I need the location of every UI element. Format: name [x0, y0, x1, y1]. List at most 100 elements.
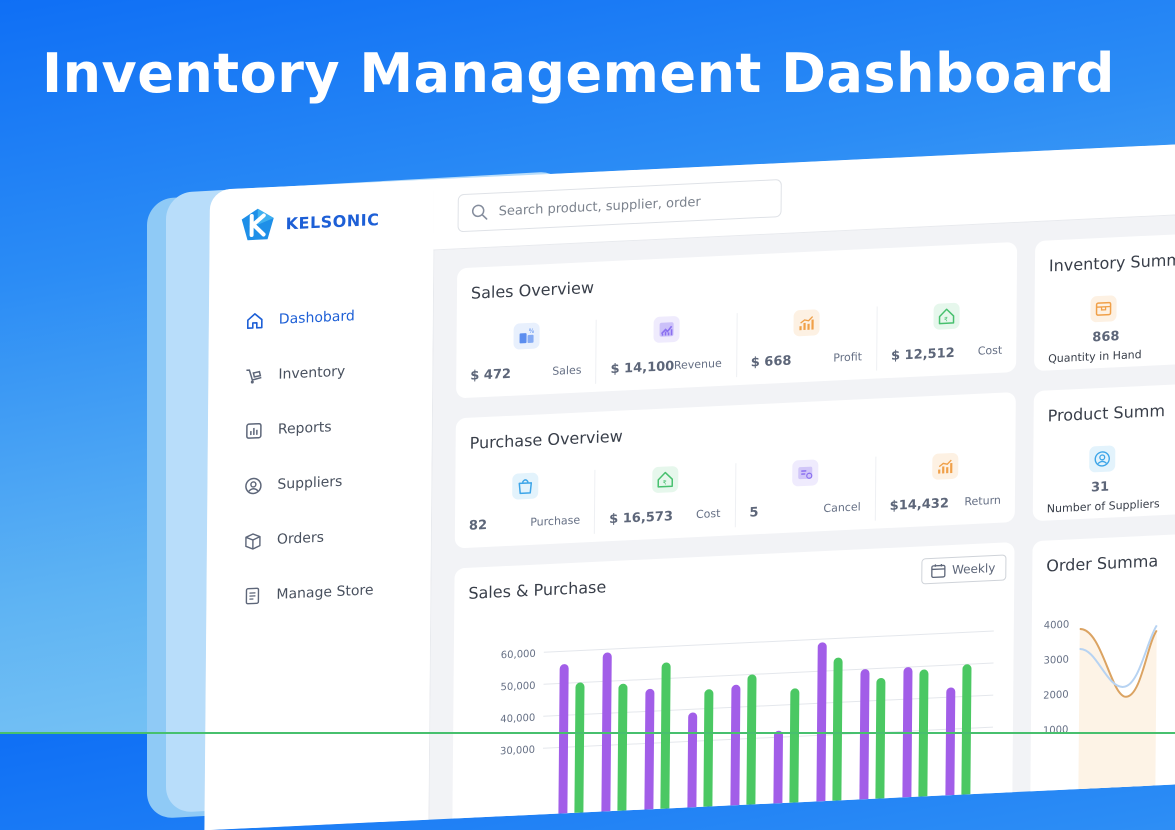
sidebar-item-label: Orders	[276, 529, 325, 548]
purchase-metrics: 82 Purchase ₹ $ 16,573 Cost 5 Cancel $14…	[454, 450, 1016, 541]
bar-series-2[interactable]	[617, 683, 628, 830]
revenue-icon	[653, 315, 680, 344]
bar-series-1[interactable]	[902, 667, 913, 830]
metric-label: Cost	[977, 343, 1003, 358]
sidebar-item-label: Dashobard	[278, 307, 355, 328]
bar-series-1[interactable]	[644, 688, 655, 830]
sidebar-item-label: Suppliers	[277, 473, 343, 493]
weekly-dropdown-button[interactable]: Weekly	[920, 554, 1007, 585]
metric-value: $ 16,573	[609, 509, 674, 528]
sidebar-item-dashboard[interactable]: Dashobard	[245, 287, 377, 348]
sidebar-item-orders[interactable]: Orders	[243, 507, 375, 568]
product-summary-card: Product Summ 31 Number of Suppliers	[1032, 380, 1175, 522]
metric-cost[interactable]: ₹ $ 12,512 Cost	[877, 300, 1017, 371]
bar-series-2[interactable]	[574, 682, 585, 830]
reports-icon	[244, 420, 264, 441]
sidebar-item-inventory[interactable]: Inventory	[244, 342, 376, 403]
bar-series-2[interactable]	[746, 674, 757, 830]
bar-series-2[interactable]	[832, 657, 843, 830]
sidebar-item-label: Inventory	[278, 363, 346, 383]
sales-overview-card: Sales Overview % $ 472 Sales $ 14,100 Re…	[456, 241, 1018, 399]
metric-value: $ 12,512	[890, 345, 955, 364]
sidebar-item-label: Manage Store	[276, 581, 374, 603]
card-title: Sales & Purchase	[468, 577, 607, 603]
purchase-bag-icon	[511, 472, 539, 500]
sales-icon: %	[513, 322, 540, 350]
metric-value: $ 14,100	[610, 359, 675, 378]
top-bar	[433, 142, 1175, 251]
y-tick-label: 30,000	[500, 745, 535, 758]
sales-purchase-card: Sales & Purchase Weekly 60,000 50,000 40,0…	[452, 542, 1015, 830]
card-title: Sales Overview	[470, 277, 595, 303]
bar-series-1[interactable]	[816, 642, 827, 830]
order-summary-card: Order Summa 4000 3000 2000 1000	[1030, 530, 1175, 822]
bar-series-2[interactable]	[660, 662, 671, 830]
orders-icon	[243, 530, 263, 551]
bar-series-1[interactable]	[945, 687, 956, 830]
metric-label: Profit	[833, 350, 863, 365]
metric-revenue[interactable]: $ 14,100 Revenue	[596, 313, 738, 384]
svg-text:%: %	[528, 328, 534, 335]
bar-series-1[interactable]	[773, 730, 783, 830]
cost-icon: ₹	[933, 302, 961, 330]
order-tick-label: 4000	[1044, 619, 1070, 631]
sales-purchase-chart: 60,000 50,000 40,000 30,000	[500, 630, 994, 830]
bar-series-1[interactable]	[730, 684, 741, 830]
bar-series-1[interactable]	[601, 652, 612, 830]
sidebar-item-label: Reports	[277, 418, 332, 438]
bar-series-2[interactable]	[961, 664, 972, 830]
quantity-in-hand-label: Quantity in Hand	[1048, 348, 1142, 366]
sidebar-item-manage-store[interactable]: Manage Store	[242, 562, 374, 623]
card-title: Purchase Overview	[469, 426, 623, 453]
sidebar-item-reports[interactable]: Reports	[244, 397, 376, 458]
number-of-suppliers-label: Number of Suppliers	[1046, 497, 1160, 516]
order-tick-label: 2000	[1043, 690, 1069, 702]
metric-purchase[interactable]: 82 Purchase	[454, 469, 596, 541]
bar-series-2[interactable]	[789, 688, 800, 830]
y-tick-label: 60,000	[501, 649, 536, 662]
svg-text:₹: ₹	[663, 479, 667, 486]
cost-icon: ₹	[652, 465, 679, 494]
brand[interactable]: KELSONIC	[240, 202, 380, 243]
order-tick-label: 1000	[1043, 725, 1069, 737]
inventory-icon	[244, 365, 264, 386]
inventory-summary-card: Inventory Summ 868 Quantity in Hand	[1034, 230, 1175, 372]
hero-title: Inventory Management Dashboard	[42, 42, 1115, 105]
sidebar-nav: Dashobard Inventory Reports Suppliers Or…	[242, 287, 376, 623]
suppliers-icon	[243, 475, 263, 496]
number-of-suppliers-value: 31	[1090, 479, 1110, 496]
metric-label: Sales	[552, 363, 582, 378]
calendar-icon	[930, 563, 946, 579]
metric-label: Return	[964, 493, 1001, 509]
search-box[interactable]	[457, 179, 782, 233]
metric-value: 82	[468, 517, 488, 534]
quantity-in-hand-value: 868	[1092, 329, 1120, 346]
box-icon	[1090, 295, 1117, 323]
metric-profit[interactable]: $ 668 Profit	[736, 306, 878, 378]
metric-value: $ 472	[470, 366, 512, 384]
bar-series-1[interactable]	[859, 669, 870, 830]
brand-name: KELSONIC	[285, 209, 380, 233]
card-title: Order Summa	[1046, 551, 1159, 576]
sidebar-item-suppliers[interactable]: Suppliers	[243, 452, 375, 513]
metric-return[interactable]: $14,432 Return	[876, 450, 1016, 521]
metric-cancel[interactable]: 5 Cancel	[735, 456, 877, 528]
card-title: Product Summ	[1047, 400, 1166, 426]
search-input[interactable]	[496, 190, 771, 220]
grid-line	[543, 630, 994, 653]
bar-series-2[interactable]	[703, 689, 714, 830]
metric-purchase-cost[interactable]: ₹ $ 16,573 Cost	[595, 463, 736, 534]
metric-sales[interactable]: % $ 472 Sales	[456, 319, 597, 391]
weekly-label: Weekly	[951, 560, 996, 578]
bar-series-2[interactable]	[918, 669, 929, 830]
card-title: Inventory Summ	[1048, 250, 1175, 276]
kelsonic-logo-icon	[241, 208, 274, 241]
bar-series-1[interactable]	[558, 664, 569, 830]
metric-label: Revenue	[673, 356, 722, 373]
y-tick-label: 40,000	[500, 713, 535, 726]
bar-series-2[interactable]	[875, 677, 886, 830]
bar-series-1[interactable]	[687, 712, 698, 830]
search-icon	[471, 204, 488, 220]
order-summary-chart: 4000 3000 2000 1000	[1043, 619, 1158, 820]
manage-store-icon	[242, 585, 262, 606]
